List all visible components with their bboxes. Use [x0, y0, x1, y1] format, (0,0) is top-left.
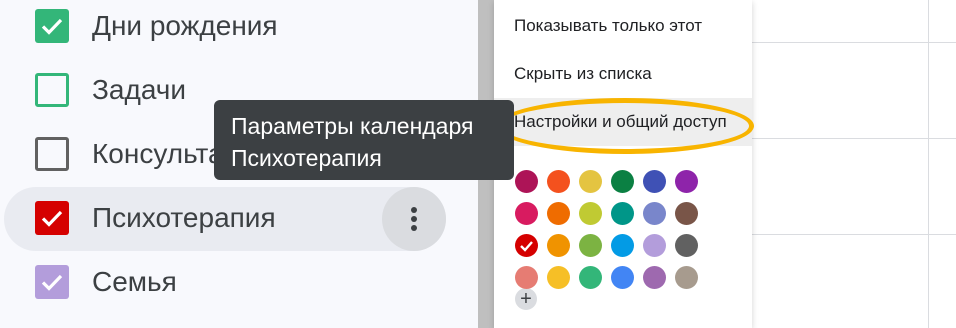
color-swatch[interactable]: [675, 170, 698, 193]
calendar-label: Психотерапия: [92, 202, 276, 233]
color-swatch[interactable]: [579, 234, 602, 257]
calendar-label: Задачи: [92, 74, 187, 105]
menu-item-settings-and-sharing[interactable]: Настройки и общий доступ: [494, 98, 752, 146]
color-swatch[interactable]: [675, 234, 698, 257]
checkbox-checked[interactable]: [35, 9, 69, 43]
menu-item-display-only-this[interactable]: Показывать только этот: [494, 2, 752, 50]
color-swatch[interactable]: [579, 202, 602, 225]
color-swatch[interactable]: [611, 234, 634, 257]
color-swatch[interactable]: [579, 170, 602, 193]
color-swatch[interactable]: [515, 266, 538, 289]
check-icon: [41, 274, 63, 291]
calendar-label: Семья: [92, 266, 177, 297]
check-icon: [41, 210, 63, 227]
tooltip: Параметры календаря Психотерапия: [214, 100, 514, 180]
color-swatch[interactable]: [547, 170, 570, 193]
checkbox-unchecked[interactable]: [35, 73, 69, 107]
calendar-grid: [752, 0, 956, 328]
color-swatch[interactable]: [579, 266, 602, 289]
color-swatch[interactable]: [515, 202, 538, 225]
color-swatch[interactable]: [643, 170, 666, 193]
color-swatch[interactable]: [547, 266, 570, 289]
color-swatch[interactable]: [675, 266, 698, 289]
tooltip-line: Психотерапия: [231, 145, 382, 171]
menu-item-hide-from-list[interactable]: Скрыть из списка: [494, 50, 752, 98]
color-swatch[interactable]: [643, 234, 666, 257]
color-swatch[interactable]: [611, 266, 634, 289]
calendar-item-psychotherapy[interactable]: Психотерапия: [0, 187, 478, 251]
checkbox-checked[interactable]: [35, 265, 69, 299]
color-swatch[interactable]: [547, 234, 570, 257]
color-swatch[interactable]: [675, 202, 698, 225]
color-swatch[interactable]: [611, 170, 634, 193]
calendar-item-family[interactable]: Семья: [0, 251, 478, 315]
checkbox-unchecked[interactable]: [35, 137, 69, 171]
tooltip-line: Параметры календаря: [231, 113, 474, 139]
color-swatch[interactable]: [611, 202, 634, 225]
check-icon: [41, 18, 63, 35]
color-swatch[interactable]: [547, 202, 570, 225]
more-options-button[interactable]: [382, 187, 446, 251]
checkbox-checked[interactable]: [35, 201, 69, 235]
calendar-item-birthdays[interactable]: Дни рождения: [0, 0, 478, 59]
color-swatch[interactable]: [515, 170, 538, 193]
color-swatch[interactable]: [643, 266, 666, 289]
calendar-label: Консульта: [92, 138, 224, 169]
calendar-label: Дни рождения: [92, 10, 278, 41]
check-icon: [520, 241, 533, 252]
plus-icon[interactable]: +: [515, 288, 537, 310]
color-swatch[interactable]: [515, 234, 538, 257]
color-swatch[interactable]: [643, 202, 666, 225]
